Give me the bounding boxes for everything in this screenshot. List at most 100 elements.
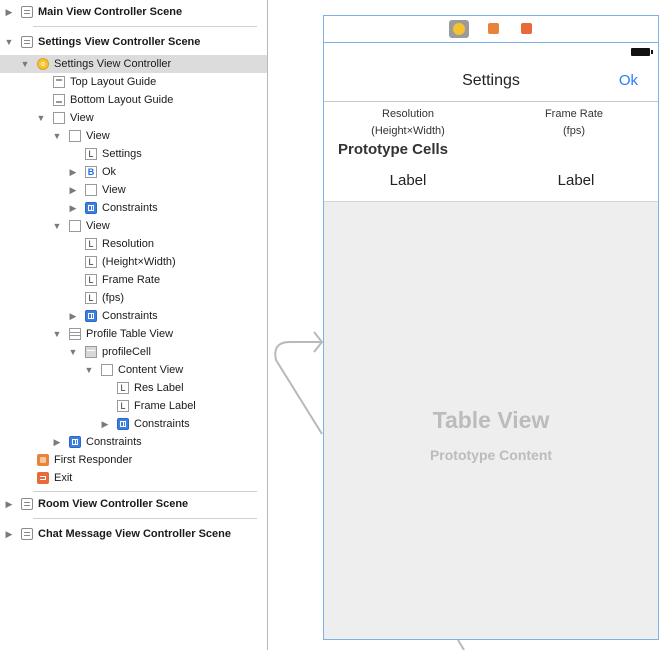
disclosure-right-icon[interactable]: ▶: [68, 163, 78, 181]
scene-row-main[interactable]: ▶ Main View Controller Scene: [0, 3, 267, 21]
view-controller-icon[interactable]: [449, 20, 469, 38]
outline-item-label: (fps): [102, 292, 124, 304]
scene-title: Chat Message View Controller Scene: [38, 528, 231, 540]
scene-icon: [21, 498, 33, 510]
outline-item-label-height-width[interactable]: L (Height×Width): [0, 253, 267, 271]
resolution-header[interactable]: Resolution (Height×Width): [338, 106, 478, 140]
document-outline: ▶ Main View Controller Scene ▼ Settings …: [0, 0, 267, 650]
outline-item-constraints-cell[interactable]: ▶ Constraints: [0, 415, 267, 433]
disclosure-down-icon[interactable]: ▼: [4, 33, 14, 51]
disclosure-down-icon[interactable]: ▼: [36, 109, 46, 127]
view-icon: [69, 130, 81, 142]
table-view-icon: [69, 328, 81, 340]
view-controller-icon: [37, 58, 49, 70]
view-icon: [85, 184, 97, 196]
outline-item-frame-label[interactable]: L Frame Label: [0, 397, 267, 415]
table-view-placeholder-subtitle: Prototype Content: [429, 447, 553, 463]
outline-item-label: (Height×Width): [102, 256, 176, 268]
disclosure-down-icon[interactable]: ▼: [84, 361, 94, 379]
outline-item-label: Constraints: [86, 436, 142, 448]
outline-item-profile-table-view[interactable]: ▼ Profile Table View: [0, 325, 267, 343]
frame-rate-header[interactable]: Frame Rate (fps): [504, 106, 644, 140]
outline-item-label-settings[interactable]: L Settings: [0, 145, 267, 163]
outline-item-label: Constraints: [102, 310, 158, 322]
header-view[interactable]: Resolution (Height×Width) Frame Rate (fp…: [324, 102, 658, 138]
outline-item-profile-cell[interactable]: ▼ profileCell: [0, 343, 267, 361]
storyboard-canvas[interactable]: Settings Ok Resolution (Height×Width) Fr…: [268, 0, 671, 650]
outline-item-label-frame-rate[interactable]: L Frame Rate: [0, 271, 267, 289]
resolution-label[interactable]: Resolution: [338, 106, 478, 123]
outline-item-view-nav[interactable]: ▼ View: [0, 127, 267, 145]
label-icon: L: [117, 400, 129, 412]
outline-item-label-fps[interactable]: L (fps): [0, 289, 267, 307]
label-icon: L: [85, 148, 97, 160]
scene-row-room[interactable]: ▶ Room View Controller Scene: [0, 495, 267, 513]
outline-item-label: Content View: [118, 364, 184, 376]
outline-item-exit[interactable]: Exit: [0, 469, 267, 487]
scene-row-chat-message[interactable]: ▶ Chat Message View Controller Scene: [0, 525, 267, 543]
outline-item-view-header[interactable]: ▼ View: [0, 217, 267, 235]
outline-item-label: Profile Table View: [86, 328, 174, 340]
outline-item-label: Bottom Layout Guide: [70, 94, 174, 106]
exit-icon: [37, 472, 49, 484]
outline-item-res-label[interactable]: L Res Label: [0, 379, 267, 397]
view-controller-view[interactable]: Settings Ok Resolution (Height×Width) Fr…: [324, 43, 658, 639]
disclosure-right-icon[interactable]: ▶: [68, 199, 78, 217]
button-icon: B: [85, 166, 97, 178]
scene-row-settings[interactable]: ▼ Settings View Controller Scene: [0, 33, 267, 51]
outline-item-settings-view-controller[interactable]: ▼ Settings View Controller: [0, 55, 267, 73]
outline-item-view-root[interactable]: ▼ View: [0, 109, 267, 127]
scene-title: Room View Controller Scene: [38, 498, 189, 510]
outline-item-label: View: [102, 184, 126, 196]
outline-item-label: Res Label: [134, 382, 184, 394]
scene-icon: [21, 6, 33, 18]
scene-title: Main View Controller Scene: [38, 6, 183, 18]
outline-item-label: First Responder: [54, 454, 133, 466]
separator: [33, 491, 257, 492]
disclosure-right-icon[interactable]: ▶: [68, 181, 78, 199]
table-view-placeholder-title: Table View: [432, 407, 550, 433]
label-icon: L: [117, 382, 129, 394]
outline-item-view-nav-inner[interactable]: ▶ View: [0, 181, 267, 199]
outline-item-bottom-layout-guide[interactable]: Bottom Layout Guide: [0, 91, 267, 109]
res-label[interactable]: Label: [338, 172, 478, 189]
exit-icon[interactable]: [517, 20, 537, 38]
disclosure-right-icon[interactable]: ▶: [100, 415, 110, 433]
outline-item-button-ok[interactable]: ▶ B Ok: [0, 163, 267, 181]
outline-item-label: Constraints: [102, 202, 158, 214]
first-responder-icon[interactable]: [484, 20, 504, 38]
profile-cell[interactable]: Label Label: [324, 163, 658, 202]
outline-item-first-responder[interactable]: First Responder: [0, 451, 267, 469]
outline-item-label: Settings View Controller: [54, 58, 172, 70]
disclosure-right-icon[interactable]: ▶: [52, 433, 62, 451]
disclosure-down-icon[interactable]: ▼: [52, 127, 62, 145]
outline-item-label-resolution[interactable]: L Resolution: [0, 235, 267, 253]
disclosure-right-icon[interactable]: ▶: [4, 495, 14, 513]
disclosure-down-icon[interactable]: ▼: [68, 343, 78, 361]
outline-item-top-layout-guide[interactable]: Top Layout Guide: [0, 73, 267, 91]
frame-label[interactable]: Label: [506, 172, 646, 189]
disclosure-right-icon[interactable]: ▶: [4, 525, 14, 543]
frame-rate-label[interactable]: Frame Rate: [504, 106, 644, 123]
first-responder-icon: [37, 454, 49, 466]
outline-item-constraints-header[interactable]: ▶ Constraints: [0, 307, 267, 325]
navigation-bar[interactable]: Settings Ok: [324, 63, 658, 102]
nav-title[interactable]: Settings: [324, 63, 658, 99]
disclosure-down-icon[interactable]: ▼: [20, 55, 30, 73]
outline-item-constraints-nav[interactable]: ▶ Constraints: [0, 199, 267, 217]
ok-button[interactable]: Ok: [619, 63, 638, 99]
battery-icon: [631, 48, 653, 56]
outline-item-label: Resolution: [102, 238, 154, 250]
label-icon: L: [85, 292, 97, 304]
disclosure-right-icon[interactable]: ▶: [4, 3, 14, 21]
disclosure-right-icon[interactable]: ▶: [68, 307, 78, 325]
outline-item-content-view[interactable]: ▼ Content View: [0, 361, 267, 379]
outline-item-constraints-root[interactable]: ▶ Constraints: [0, 433, 267, 451]
settings-scene[interactable]: Settings Ok Resolution (Height×Width) Fr…: [323, 15, 659, 640]
disclosure-down-icon[interactable]: ▼: [52, 325, 62, 343]
view-icon: [53, 112, 65, 124]
disclosure-down-icon[interactable]: ▼: [52, 217, 62, 235]
label-icon: L: [85, 238, 97, 250]
outline-item-label: Constraints: [134, 418, 190, 430]
scene-icon: [21, 36, 33, 48]
